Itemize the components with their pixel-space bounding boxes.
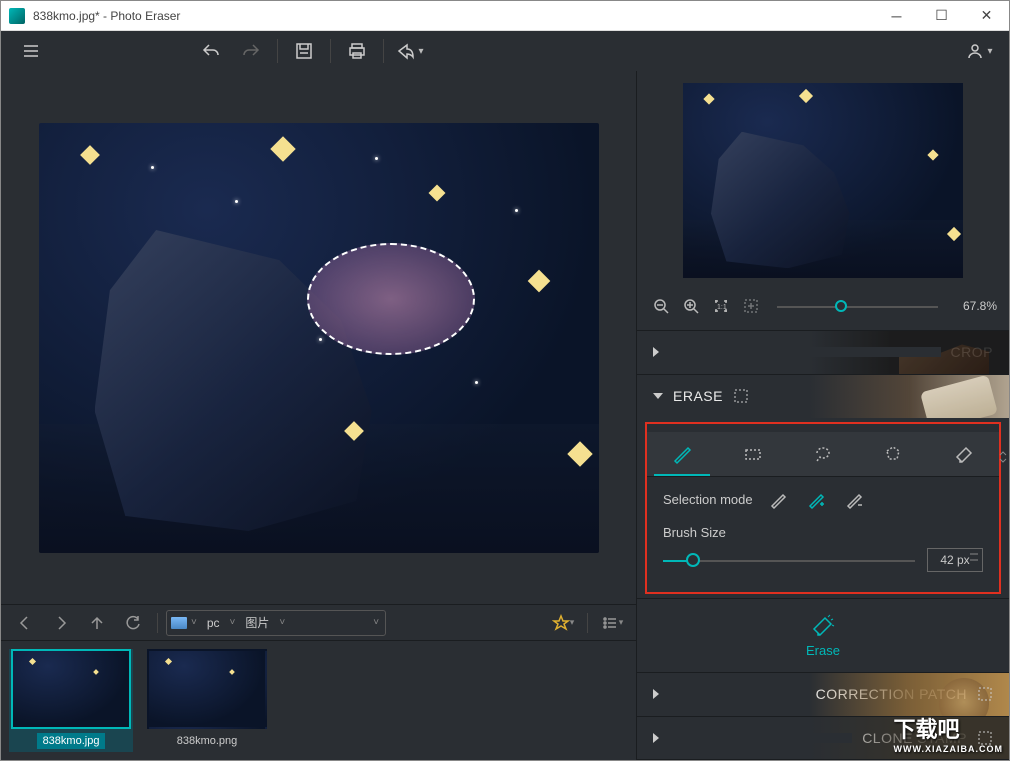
zoom-in-button[interactable] <box>679 294 703 318</box>
brush-size-slider[interactable] <box>663 550 915 570</box>
window-title: 838kmo.jpg* - Photo Eraser <box>33 9 874 23</box>
titlebar: 838kmo.jpg* - Photo Eraser ─ ☐ ✕ <box>1 1 1009 31</box>
thumbnail-item[interactable]: 838kmo.jpg <box>9 649 133 752</box>
panel-label: ERASE <box>673 388 723 404</box>
undo-button[interactable] <box>191 31 231 71</box>
breadcrumb[interactable]: ˅ pc ˅ 图片 ˅ ˅ <box>166 610 386 636</box>
thumbnail-item[interactable]: 838kmo.png <box>145 649 269 752</box>
redo-button[interactable] <box>231 31 271 71</box>
selection-mode-row: Selection mode <box>647 477 999 523</box>
selection-mode-label: Selection mode <box>663 492 753 507</box>
share-button[interactable]: ▾ <box>390 31 430 71</box>
lasso-tool-tab[interactable] <box>788 432 858 476</box>
thumbnail-label: 838kmo.jpg <box>37 733 106 749</box>
expand-icon <box>653 733 852 743</box>
collapse-icon <box>653 393 663 399</box>
content-area: ˅ pc ˅ 图片 ˅ ˅ ▾ ▾ <box>1 71 1009 760</box>
drive-icon <box>171 617 187 629</box>
brush-tool-tab[interactable] <box>647 432 717 476</box>
zoom-fit-button[interactable]: 1:1 <box>709 294 733 318</box>
thumbnail-label: 838kmo.png <box>171 733 244 749</box>
crop-panel-header[interactable]: CROP <box>637 330 1009 374</box>
breadcrumb-item[interactable]: 图片 <box>239 614 275 631</box>
erase-action-button[interactable]: Erase <box>637 598 1009 672</box>
selection-marquee[interactable] <box>307 243 475 355</box>
thumbnail-image <box>11 649 131 729</box>
polygon-tool-tab[interactable] <box>858 432 928 476</box>
nav-refresh-button[interactable] <box>117 607 149 639</box>
svg-text:1:1: 1:1 <box>717 304 727 311</box>
mode-subtract-button[interactable] <box>841 487 867 513</box>
nav-back-button[interactable] <box>9 607 41 639</box>
preview-image[interactable] <box>683 83 963 278</box>
zoom-controls: 1:1 67.8% <box>637 290 1009 330</box>
canvas-area[interactable] <box>1 71 636 604</box>
erase-action-label: Erase <box>806 643 840 658</box>
zoom-actual-button[interactable] <box>739 294 763 318</box>
left-pane: ˅ pc ˅ 图片 ˅ ˅ ▾ ▾ <box>1 71 637 760</box>
favorite-button[interactable]: ▾ <box>547 607 579 639</box>
app-window: 838kmo.jpg* - Photo Eraser ─ ☐ ✕ ▾ ▾ <box>0 0 1010 761</box>
zoom-value: 67.8% <box>952 299 997 313</box>
save-button[interactable] <box>284 31 324 71</box>
menu-button[interactable] <box>11 31 51 71</box>
account-button[interactable]: ▾ <box>959 31 999 71</box>
zoom-out-button[interactable] <box>649 294 673 318</box>
mode-new-button[interactable] <box>765 487 791 513</box>
brush-size-label: Brush Size <box>663 525 983 540</box>
main-toolbar: ▾ ▾ <box>1 31 1009 71</box>
scroll-indicator[interactable] <box>999 451 1007 463</box>
expand-icon <box>653 347 941 357</box>
mode-add-button[interactable] <box>803 487 829 513</box>
window-controls: ─ ☐ ✕ <box>874 1 1009 31</box>
brush-size-input[interactable]: 42 px <box>927 548 983 572</box>
eraser-tool-tab[interactable] <box>929 432 999 476</box>
bottom-nav: ˅ pc ˅ 图片 ˅ ˅ ▾ ▾ <box>1 604 636 640</box>
thumbnail-strip: 838kmo.jpg 838kmo.png <box>1 640 636 760</box>
minimize-button[interactable]: ─ <box>874 1 919 31</box>
preview-area <box>637 71 1009 290</box>
brush-size-row: Brush Size 42 px <box>647 523 999 584</box>
maximize-button[interactable]: ☐ <box>919 1 964 31</box>
clone-stamp-panel-header[interactable]: CLONE STAMP <box>637 716 1009 760</box>
close-button[interactable]: ✕ <box>964 1 1009 31</box>
correction-patch-panel-header[interactable]: CORRECTION PATCH <box>637 672 1009 716</box>
erase-tool-tabs <box>647 432 999 477</box>
nav-up-button[interactable] <box>81 607 113 639</box>
canvas-image[interactable] <box>39 123 599 553</box>
rectangle-tool-tab[interactable] <box>717 432 787 476</box>
breadcrumb-item[interactable]: pc <box>201 616 226 630</box>
expand-icon <box>653 689 806 699</box>
thumbnail-image <box>147 649 267 729</box>
view-options-button[interactable]: ▾ <box>596 607 628 639</box>
erase-panel-header[interactable]: ERASE <box>637 374 1009 418</box>
erase-panel-body: Selection mode Brush Size 42 px <box>645 422 1001 594</box>
nav-forward-button[interactable] <box>45 607 77 639</box>
print-button[interactable] <box>337 31 377 71</box>
app-logo-icon <box>9 8 25 24</box>
right-pane: 1:1 67.8% CROP ERASE <box>637 71 1009 760</box>
zoom-slider[interactable] <box>777 296 938 316</box>
